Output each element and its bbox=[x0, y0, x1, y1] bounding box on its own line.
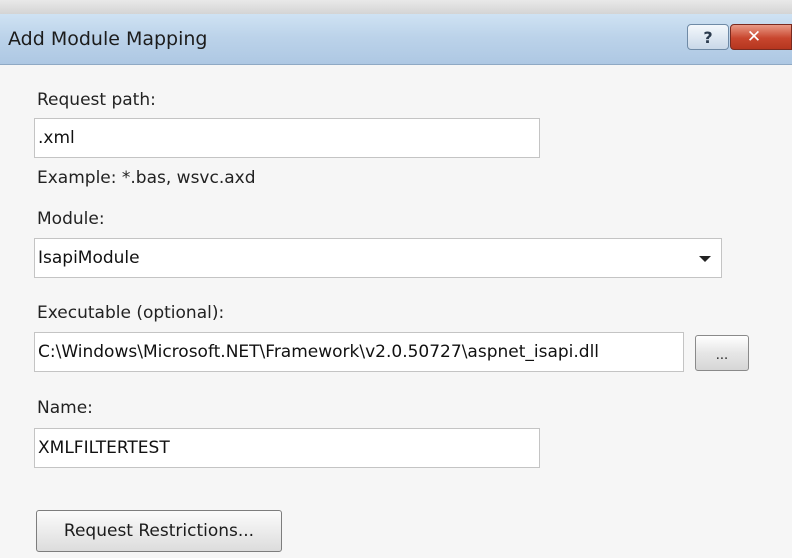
module-selected-value: IsapiModule bbox=[38, 248, 140, 268]
help-icon: ? bbox=[703, 27, 713, 47]
name-input[interactable]: XMLFILTERTEST bbox=[34, 428, 540, 468]
request-path-input[interactable]: .xml bbox=[34, 118, 540, 158]
browse-button[interactable]: ... bbox=[695, 335, 749, 371]
module-label: Module: bbox=[37, 209, 105, 229]
request-restrictions-button[interactable]: Request Restrictions... bbox=[36, 510, 282, 552]
executable-input[interactable]: C:\Windows\Microsoft.NET\Framework\v2.0.… bbox=[34, 332, 684, 372]
add-module-mapping-dialog: Add Module Mapping ? ✕ Request path: .xm… bbox=[0, 0, 792, 558]
close-button[interactable]: ✕ bbox=[730, 24, 792, 50]
name-label: Name: bbox=[37, 398, 93, 418]
help-button[interactable]: ? bbox=[687, 24, 729, 50]
title-bar[interactable]: Add Module Mapping ? ✕ bbox=[0, 14, 792, 65]
dialog-title: Add Module Mapping bbox=[8, 28, 208, 50]
background-window-strip bbox=[0, 0, 792, 14]
module-select[interactable]: IsapiModule bbox=[34, 238, 722, 278]
request-path-example: Example: *.bas, wsvc.axd bbox=[37, 168, 256, 188]
request-path-label: Request path: bbox=[37, 90, 156, 110]
chevron-down-icon[interactable] bbox=[699, 256, 711, 262]
close-icon: ✕ bbox=[746, 27, 762, 47]
executable-label: Executable (optional): bbox=[37, 303, 225, 323]
